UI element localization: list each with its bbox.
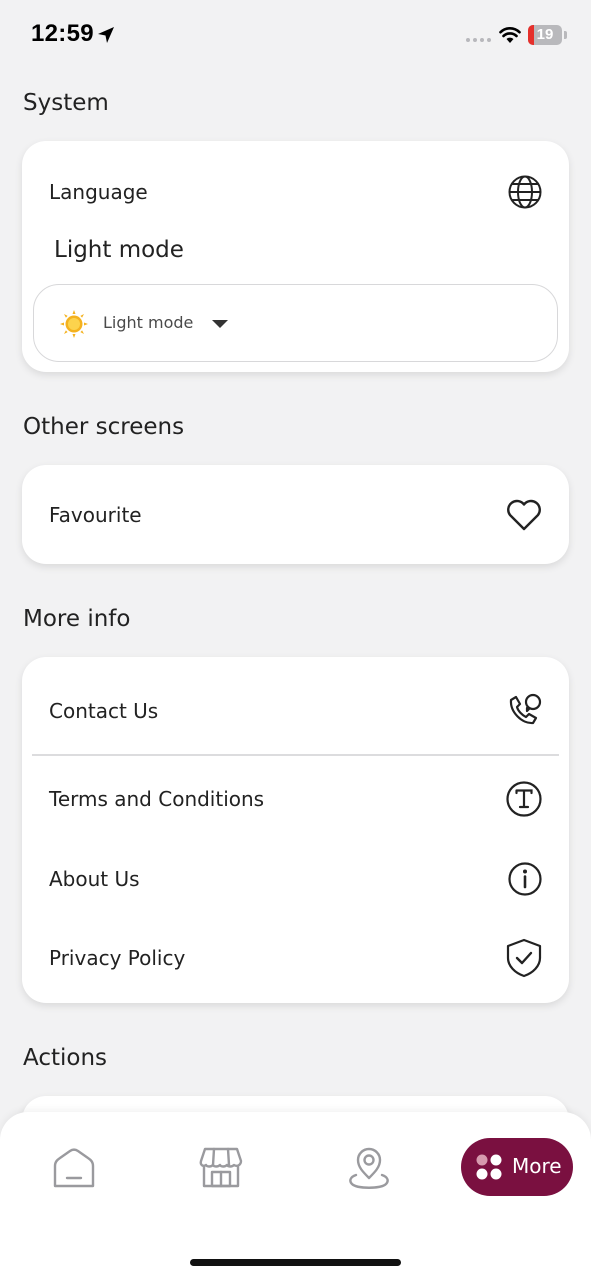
theme-heading: Light mode (54, 237, 184, 263)
nav-more-button[interactable]: More (461, 1138, 573, 1196)
globe-icon (508, 175, 542, 209)
section-title-actions: Actions (23, 1045, 108, 1071)
theme-select-value: Light mode (103, 313, 194, 332)
wifi-icon (499, 27, 521, 43)
sun-icon (60, 310, 88, 338)
heart-icon (507, 499, 541, 531)
about-us-label: About Us (49, 867, 140, 891)
favourite-row[interactable]: Favourite (22, 485, 569, 545)
divider (32, 754, 559, 756)
privacy-policy-row[interactable]: Privacy Policy (22, 928, 569, 988)
info-icon (508, 862, 542, 896)
home-indicator (190, 1259, 401, 1266)
section-title-more-info: More info (23, 606, 131, 632)
theme-select[interactable]: Light mode (33, 284, 558, 362)
other-screens-card: Favourite (22, 465, 569, 564)
section-title-system: System (23, 90, 109, 116)
contact-us-row[interactable]: Contact Us (22, 681, 569, 741)
phone-chat-icon (509, 693, 542, 725)
bottom-nav: More (0, 1112, 591, 1280)
language-label: Language (49, 180, 148, 204)
section-title-other-screens: Other screens (23, 414, 185, 440)
privacy-policy-label: Privacy Policy (49, 946, 186, 970)
contact-us-label: Contact Us (49, 699, 159, 723)
more-info-card: Contact Us Terms and Conditions About Us… (22, 657, 569, 1003)
language-row[interactable]: Language (22, 162, 569, 222)
battery-cap (564, 31, 567, 39)
battery-level: 19 (536, 26, 554, 43)
shield-check-icon (506, 938, 542, 978)
nav-more-label: More (512, 1154, 562, 1178)
status-time: 12:59 (31, 20, 94, 47)
system-card: Language Light mode Light mode (22, 141, 569, 372)
terms-label: Terms and Conditions (49, 787, 265, 811)
favourite-label: Favourite (49, 503, 142, 527)
terms-row[interactable]: Terms and Conditions (22, 769, 569, 829)
terms-t-icon (506, 781, 542, 817)
store-icon[interactable] (198, 1145, 244, 1191)
location-arrow-icon (98, 27, 114, 43)
about-us-row[interactable]: About Us (22, 849, 569, 909)
battery-icon: 19 (528, 25, 562, 45)
grid-dots-icon (476, 1154, 502, 1180)
cellular-signal-icon (466, 38, 491, 42)
chevron-down-icon (212, 320, 228, 328)
home-icon[interactable] (51, 1145, 97, 1191)
status-bar: 12:59 19 (0, 0, 591, 70)
location-pin-icon[interactable] (346, 1145, 392, 1191)
